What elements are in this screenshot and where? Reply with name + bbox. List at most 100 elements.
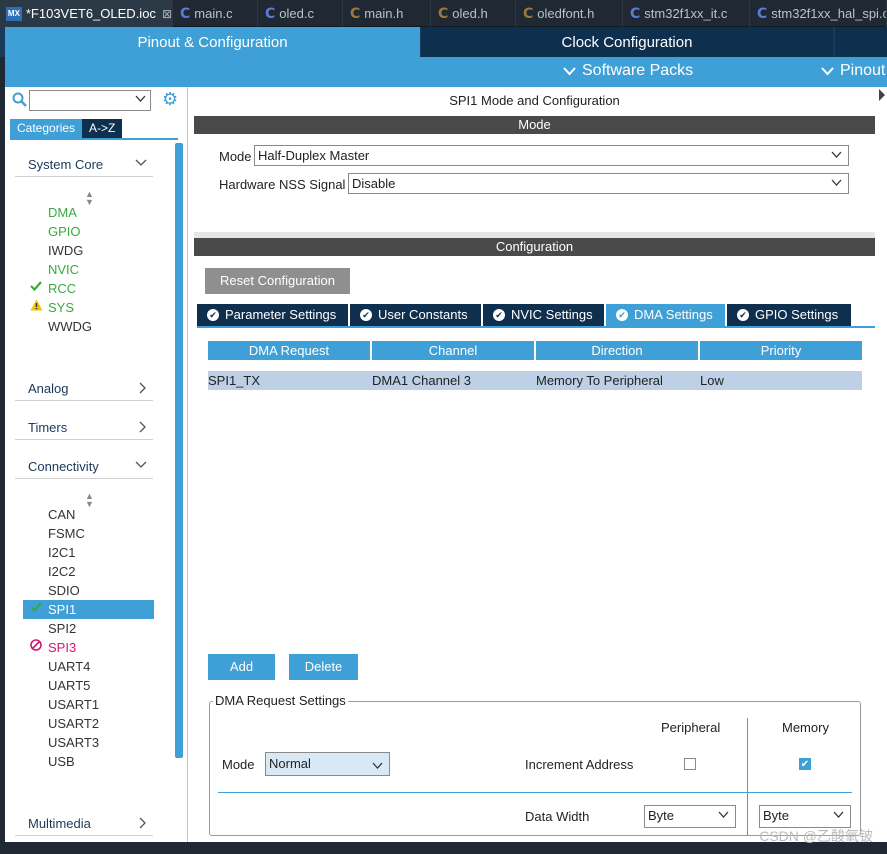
increment-peripheral-checkbox[interactable] <box>684 758 696 770</box>
memory-width-select[interactable]: Byte <box>759 805 851 828</box>
table-cell: Low <box>700 373 724 388</box>
list-item-wwdg[interactable]: WWDG <box>23 317 154 336</box>
tab-dma-settings[interactable]: ✔ DMA Settings <box>606 304 725 326</box>
page-title: SPI1 Mode and Configuration <box>449 93 620 108</box>
list-item-iwdg[interactable]: IWDG <box>23 241 154 260</box>
c-file-icon: C <box>757 5 768 22</box>
collapse-arrow-icon[interactable] <box>877 87 887 107</box>
spi1-configuration-panel: SPI1 Mode and Configuration Mode Mode Ha… <box>194 87 875 842</box>
tab-clock-configuration[interactable]: Clock Configuration <box>421 27 833 57</box>
mode-select[interactable]: Half-Duplex Master <box>254 145 849 166</box>
nss-label: Hardware NSS Signal <box>219 177 346 192</box>
tab-label: User Constants <box>378 307 468 322</box>
tab-nvic-settings[interactable]: ✔ NVIC Settings <box>483 304 604 326</box>
tab-parameter-settings[interactable]: ✔ Parameter Settings <box>197 304 348 326</box>
section-label: Timers <box>28 420 68 435</box>
tab-categories[interactable]: Categories <box>10 119 83 138</box>
dma-mode-label: Mode <box>222 757 255 772</box>
tab-a-to-z[interactable]: A->Z <box>82 119 123 138</box>
dma-mode-select[interactable]: Normal <box>265 752 390 776</box>
column-header-channel[interactable]: Channel <box>372 341 534 360</box>
section-label: Multimedia <box>28 816 91 831</box>
gear-icon[interactable]: ⚙ <box>162 90 180 108</box>
list-item-rcc[interactable]: RCC <box>23 279 154 298</box>
right-scrollbar[interactable] <box>877 87 887 842</box>
peripheral-width-value: Byte <box>648 808 675 823</box>
editor-tab-hal-spi-c[interactable]: C stm32f1xx_hal_spi.c <box>751 0 887 27</box>
chevron-down-icon[interactable] <box>718 806 729 825</box>
search-input[interactable] <box>29 90 151 111</box>
editor-tab-label: stm32f1xx_it.c <box>644 6 728 21</box>
increment-memory-checkbox[interactable]: ✔ <box>799 758 811 770</box>
h-file-icon: C <box>350 5 361 22</box>
list-item-uart5[interactable]: UART5 <box>23 676 154 695</box>
editor-tab-main-h[interactable]: C main.h <box>344 0 431 27</box>
memory-width-value: Byte <box>763 808 790 823</box>
editor-tab-main-c[interactable]: C main.c <box>174 0 258 27</box>
chevron-down-icon[interactable] <box>831 146 842 165</box>
peripheral-width-select[interactable]: Byte <box>644 805 736 828</box>
mx-icon: MX <box>6 6 22 21</box>
software-packs-menu[interactable]: Software Packs <box>563 62 693 80</box>
editor-tab-it-c[interactable]: C stm32f1xx_it.c <box>624 0 750 27</box>
list-item-sdio[interactable]: SDIO <box>23 581 154 600</box>
list-item-spi1[interactable]: SPI1 <box>23 600 154 619</box>
section-system-core[interactable]: System Core <box>15 153 153 177</box>
list-item-fsmc[interactable]: FSMC <box>23 524 154 543</box>
list-item-usart2[interactable]: USART2 <box>23 714 154 733</box>
reset-configuration-button[interactable]: Reset Configuration <box>205 268 350 294</box>
chevron-down-icon <box>135 158 147 170</box>
section-multimedia[interactable]: Multimedia <box>15 812 153 836</box>
column-header-direction[interactable]: Direction <box>536 341 698 360</box>
scrollbar[interactable] <box>175 143 183 758</box>
list-item-label: SPI1 <box>48 602 77 617</box>
editor-tab-label: main.c <box>194 6 233 21</box>
chevron-down-icon[interactable] <box>831 174 842 193</box>
chevron-down-icon <box>563 63 576 79</box>
list-item-spi3[interactable]: SPI3 <box>23 638 154 657</box>
chevron-down-icon <box>135 460 147 472</box>
check-circle-icon: ✔ <box>493 309 505 321</box>
table-row[interactable]: SPI1_TX DMA1 Channel 3 Memory To Periphe… <box>208 371 862 390</box>
delete-button[interactable]: Delete <box>289 654 358 680</box>
list-item-dma[interactable]: DMA <box>23 203 154 222</box>
add-button[interactable]: Add <box>208 654 275 680</box>
column-header-priority[interactable]: Priority <box>700 341 862 360</box>
configuration-section-header: Configuration <box>194 238 875 256</box>
checkmark-icon <box>30 279 42 298</box>
editor-tab-bar: MX *F103VET6_OLED.ioc ⊠ C main.c C oled.… <box>0 0 887 27</box>
list-item-nvic[interactable]: NVIC <box>23 260 154 279</box>
editor-tab-oled-c[interactable]: C oled.c <box>259 0 343 27</box>
pinout-menu[interactable]: Pinout <box>821 62 885 80</box>
nss-select[interactable]: Disable <box>348 173 849 194</box>
list-item-usart3[interactable]: USART3 <box>23 733 154 752</box>
list-item-i2c2[interactable]: I2C2 <box>23 562 154 581</box>
dma-mode-value: Normal <box>269 756 311 771</box>
chevron-down-icon[interactable] <box>833 806 844 825</box>
editor-tab-oledfont-h[interactable]: C oledfont.h <box>517 0 623 27</box>
list-item-spi2[interactable]: SPI2 <box>23 619 154 638</box>
row-divider <box>218 792 852 793</box>
chevron-down-icon[interactable] <box>372 755 383 777</box>
editor-tab-ioc[interactable]: MX *F103VET6_OLED.ioc ⊠ <box>0 0 173 27</box>
list-item-can[interactable]: CAN <box>23 505 154 524</box>
search-icon[interactable] <box>12 92 28 108</box>
section-analog[interactable]: Analog <box>15 377 153 401</box>
section-label: Analog <box>28 381 69 396</box>
software-packs-label: Software Packs <box>582 62 694 79</box>
tab-pinout-configuration[interactable]: Pinout & Configuration <box>5 27 420 57</box>
list-item-i2c1[interactable]: I2C1 <box>23 543 154 562</box>
list-item-sys[interactable]: SYS <box>23 298 154 317</box>
close-icon[interactable]: ⊠ <box>162 7 172 21</box>
editor-tab-oled-h[interactable]: C oled.h <box>432 0 516 27</box>
chevron-down-icon[interactable] <box>135 93 146 105</box>
list-item-uart4[interactable]: UART4 <box>23 657 154 676</box>
section-timers[interactable]: Timers <box>15 416 153 440</box>
tab-gpio-settings[interactable]: ✔ GPIO Settings <box>727 304 851 326</box>
column-header-dma-request[interactable]: DMA Request <box>208 341 370 360</box>
list-item-usb[interactable]: USB <box>23 752 154 771</box>
section-connectivity[interactable]: Connectivity <box>15 455 153 479</box>
tab-user-constants[interactable]: ✔ User Constants <box>350 304 481 326</box>
list-item-gpio[interactable]: GPIO <box>23 222 154 241</box>
list-item-usart1[interactable]: USART1 <box>23 695 154 714</box>
